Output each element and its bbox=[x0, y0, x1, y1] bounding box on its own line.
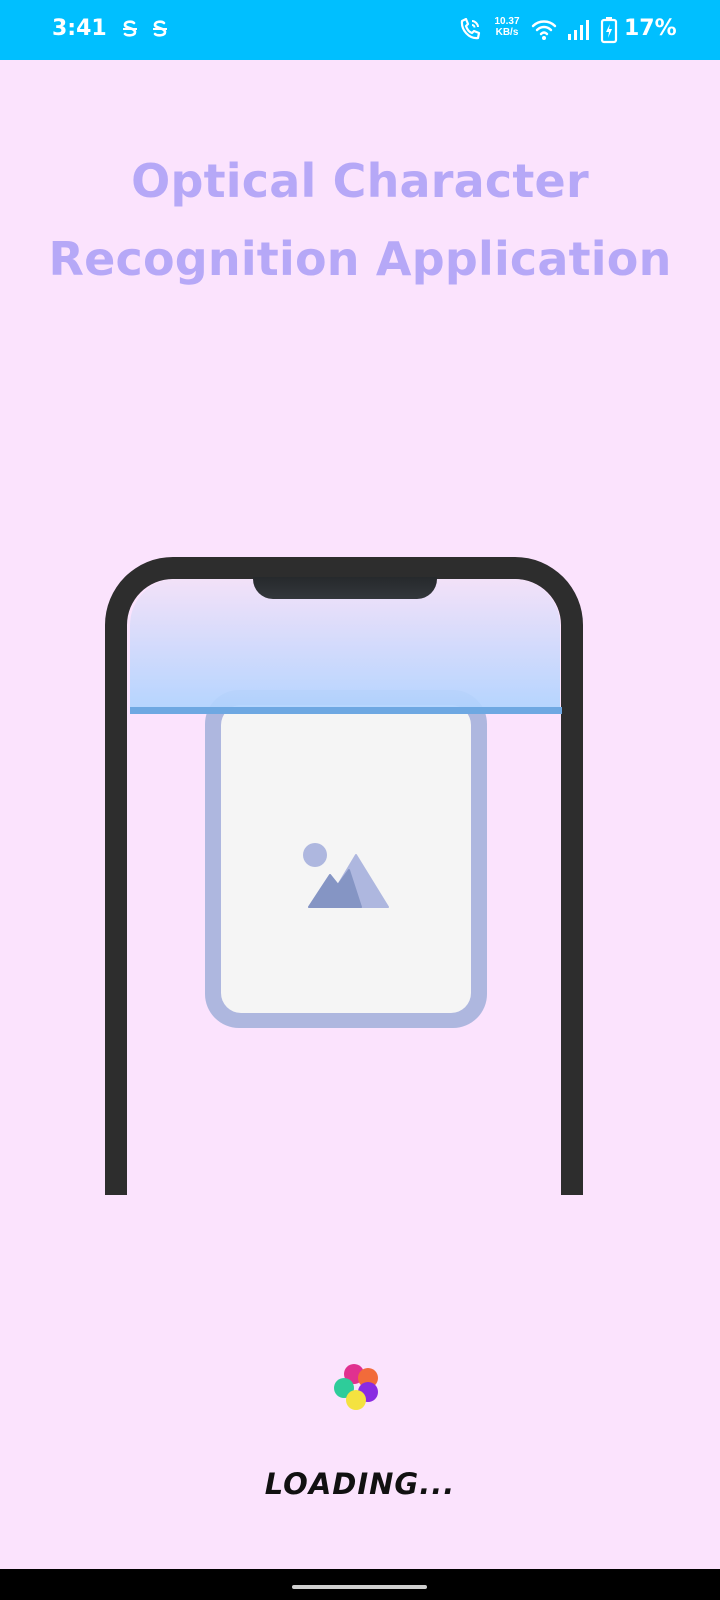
wifi-icon bbox=[531, 20, 557, 40]
network-speed: 10.37 KB/s bbox=[490, 16, 524, 38]
document-card bbox=[205, 690, 487, 1028]
battery-percent: 17% bbox=[624, 16, 677, 41]
sync-s-icon bbox=[153, 20, 167, 37]
ocr-phone-illustration bbox=[105, 557, 583, 1195]
status-bar: 3:41 10.37 KB/s 17% bbox=[0, 0, 720, 60]
phone-notch bbox=[253, 577, 437, 599]
network-speed-unit: KB/s bbox=[495, 27, 519, 38]
status-time: 3:41 bbox=[52, 16, 107, 41]
sync-s-icon bbox=[123, 20, 137, 37]
app-title-line-2: Recognition Application bbox=[48, 232, 672, 286]
scanner-overlay bbox=[130, 579, 562, 714]
wifi-call-icon bbox=[460, 18, 481, 40]
battery-charging-icon bbox=[600, 17, 618, 44]
loader-dot bbox=[346, 1390, 366, 1410]
app-title-line-1: Optical Character bbox=[131, 154, 589, 208]
signal-icon bbox=[568, 20, 589, 40]
loading-label: LOADING... bbox=[264, 1467, 456, 1501]
app-title: Optical Character Recognition Applicatio… bbox=[0, 142, 720, 298]
home-gesture-handle[interactable] bbox=[292, 1585, 427, 1589]
network-speed-value: 10.37 bbox=[494, 16, 520, 27]
loading-spinner bbox=[334, 1364, 378, 1410]
